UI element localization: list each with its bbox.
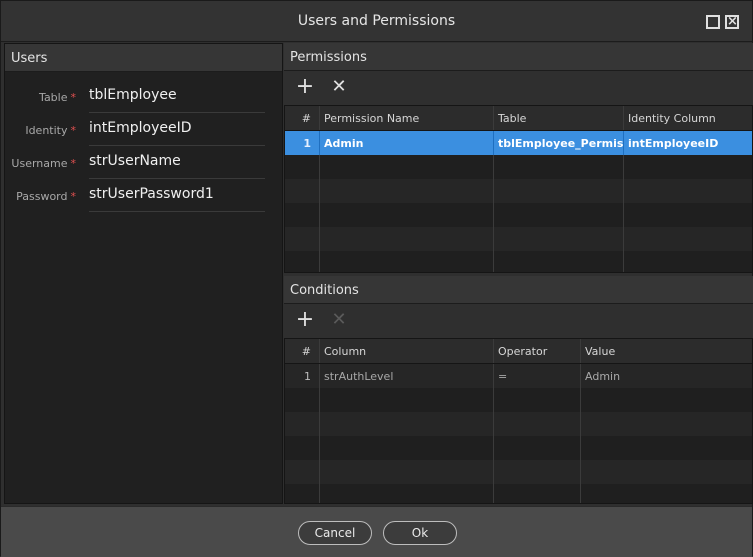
ok-button[interactable]: Ok [383,521,457,545]
username-field: Username * strUserName [5,148,284,179]
empty-row [285,155,752,179]
identity-column-cell[interactable]: intEmployeeID [624,131,752,155]
empty-row [285,460,752,484]
username-label: Username * [11,157,76,170]
x-icon: ✕ [331,309,347,330]
empty-row [285,203,752,227]
close-icon[interactable]: × [725,15,739,29]
empty-row [285,412,752,436]
conditions-grid-header: # Column Operator Value [285,339,752,364]
x-icon[interactable]: ✕ [329,78,349,98]
empty-row [285,436,752,460]
identity-label: Identity * [25,124,76,137]
column-header-operator[interactable]: Operator [494,339,581,363]
value-cell[interactable]: Admin [581,364,752,388]
empty-row [285,388,752,412]
column-header-identity-column[interactable]: Identity Column [624,106,752,130]
users-panel: Users Table * tblEmployee Identity * intEm… [4,43,283,504]
empty-row [285,179,752,203]
identity-input[interactable]: intEmployeeID [89,120,265,146]
column-header-column[interactable]: Column [320,339,494,363]
table-cell[interactable]: tblEmployee_Permis... [494,131,624,155]
permissions-grid-header: # Permission Name Table Identity Column [285,106,752,131]
identity-field: Identity * intEmployeeID [5,115,284,146]
maximize-icon[interactable] [706,15,720,29]
conditions-toolbar: + ✕ [284,304,753,338]
table-row[interactable]: 1 Admin tblEmployee_Permis... intEmploye… [285,131,752,155]
table-input[interactable]: tblEmployee [89,87,265,113]
table-label: Table * [39,91,76,104]
conditions-grid: # Column Operator Value 1 strAuthLevel =… [284,338,753,504]
empty-row [285,227,752,251]
password-label: Password * [16,190,76,203]
row-number: 1 [285,364,320,388]
window-title: Users and Permissions [297,13,456,29]
row-number: 1 [285,131,320,155]
permission-name-cell[interactable]: Admin [320,131,494,155]
users-permissions-dialog: Users and Permissions × Users Table * tbl… [0,0,753,557]
table-field: Table * tblEmployee [5,82,284,113]
column-header-value[interactable]: Value [581,339,752,363]
conditions-header: Conditions [284,276,753,304]
password-input[interactable]: strUserPassword1 [89,186,265,212]
empty-row [285,251,752,272]
table-row[interactable]: 1 strAuthLevel = Admin [285,364,752,388]
dialog-footer: Cancel Ok [1,506,752,557]
column-header-num[interactable]: # [285,339,320,363]
title-bar: Users and Permissions × [1,1,752,42]
plus-icon[interactable]: + [295,309,315,331]
column-cell[interactable]: strAuthLevel [320,364,494,388]
operator-cell[interactable]: = [494,364,581,388]
cancel-button[interactable]: Cancel [298,521,372,545]
permissions-toolbar: + ✕ [284,71,753,105]
permissions-header: Permissions [284,43,753,71]
empty-row [285,484,752,503]
column-header-num[interactable]: # [285,106,320,130]
plus-icon[interactable]: + [295,76,315,98]
permissions-grid: # Permission Name Table Identity Column … [284,105,753,273]
username-input[interactable]: strUserName [89,153,265,179]
password-field: Password * strUserPassword1 [5,181,284,212]
column-header-table[interactable]: Table [494,106,624,130]
column-header-permission-name[interactable]: Permission Name [320,106,494,130]
users-panel-header: Users [5,44,282,72]
